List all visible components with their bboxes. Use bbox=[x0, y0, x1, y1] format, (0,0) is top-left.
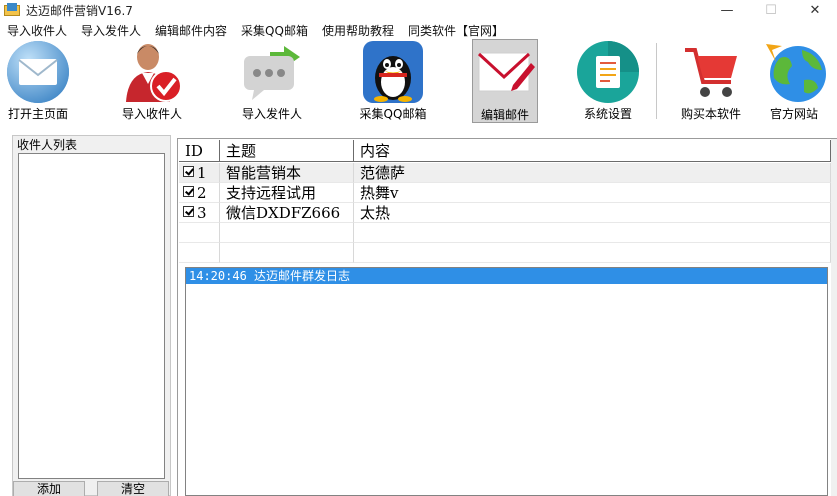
open-main-page-label: 打开主页面 bbox=[7, 107, 68, 121]
row-id: 1 bbox=[197, 164, 207, 182]
import-senders-button[interactable]: 导入发件人 bbox=[234, 39, 310, 123]
table-row-empty bbox=[179, 223, 831, 243]
menu-collect-qq-mail[interactable]: 采集QQ邮箱 bbox=[234, 22, 315, 39]
edit-mail-icon bbox=[473, 41, 537, 105]
buy-software-label: 购买本软件 bbox=[680, 107, 741, 121]
row-id-cell: 2 bbox=[179, 183, 220, 203]
globe-icon bbox=[762, 40, 826, 104]
row-checkbox[interactable] bbox=[183, 206, 194, 217]
buy-software-button[interactable]: 购买本软件 bbox=[673, 39, 749, 123]
row-content: 太热 bbox=[354, 203, 831, 223]
empty-cell bbox=[179, 243, 220, 263]
recipient-list[interactable] bbox=[18, 153, 165, 479]
recipient-panel: 收件人列表 添加 清空 bbox=[12, 135, 171, 496]
collect-qq-mail-button[interactable]: 采集QQ邮箱 bbox=[355, 39, 431, 123]
grid-header: ID 主题 内容 bbox=[179, 140, 831, 162]
column-header-subject[interactable]: 主题 bbox=[220, 140, 354, 162]
user-check-icon bbox=[120, 40, 184, 104]
empty-cell bbox=[220, 243, 354, 263]
row-checkbox[interactable] bbox=[183, 166, 194, 177]
title-bar: 达迈邮件营销V16.7 — ☐ ✕ bbox=[0, 0, 837, 20]
shopping-cart-icon bbox=[679, 40, 743, 104]
row-id-cell: 1 bbox=[179, 163, 220, 183]
empty-cell bbox=[354, 243, 831, 263]
menu-bar: 导入收件人 导入发件人 编辑邮件内容 采集QQ邮箱 使用帮助教程 同类软件【官网… bbox=[0, 21, 511, 39]
maximize-button[interactable]: ☐ bbox=[749, 0, 793, 20]
official-website-label: 官方网站 bbox=[769, 107, 818, 121]
row-content: 范德萨 bbox=[354, 163, 831, 183]
log-line: 14:20:46 达迈邮件群发日志 bbox=[186, 268, 827, 284]
row-subject: 支持远程试用 bbox=[220, 183, 354, 203]
system-settings-label: 系统设置 bbox=[583, 107, 632, 121]
collect-qq-mail-label: 采集QQ邮箱 bbox=[359, 107, 427, 121]
column-header-content[interactable]: 内容 bbox=[354, 140, 831, 162]
mail-content-grid: ID 主题 内容 1 智能营销本 范德萨 2 支持远程试用 热舞v 3 微信DX… bbox=[179, 140, 831, 264]
recipient-list-title: 收件人列表 bbox=[17, 138, 78, 152]
import-recipients-button[interactable]: 导入收件人 bbox=[114, 39, 190, 123]
row-content: 热舞v bbox=[354, 183, 831, 203]
settings-list-icon bbox=[576, 40, 640, 104]
minimize-button[interactable]: — bbox=[705, 0, 749, 20]
add-recipient-button[interactable]: 添加 bbox=[13, 481, 85, 496]
system-settings-button[interactable]: 系统设置 bbox=[570, 39, 646, 123]
import-senders-label: 导入发件人 bbox=[241, 107, 302, 121]
menu-edit-mail-content[interactable]: 编辑邮件内容 bbox=[148, 22, 234, 39]
clear-recipients-button[interactable]: 清空 bbox=[97, 481, 169, 496]
table-row[interactable]: 1 智能营销本 范德萨 bbox=[179, 163, 831, 183]
row-subject: 微信DXDFZ666 bbox=[220, 203, 354, 223]
row-subject: 智能营销本 bbox=[220, 163, 354, 183]
menu-import-recipients[interactable]: 导入收件人 bbox=[0, 22, 74, 39]
send-log-box[interactable]: 14:20:46 达迈邮件群发日志 bbox=[185, 267, 828, 496]
menu-import-senders[interactable]: 导入发件人 bbox=[74, 22, 148, 39]
table-row[interactable]: 3 微信DXDFZ666 太热 bbox=[179, 203, 831, 223]
main-area: ID 主题 内容 1 智能营销本 范德萨 2 支持远程试用 热舞v 3 微信DX… bbox=[177, 138, 837, 496]
app-logo-icon bbox=[4, 3, 20, 17]
menu-help-tutorial[interactable]: 使用帮助教程 bbox=[315, 22, 401, 39]
right-edge-strip bbox=[831, 139, 837, 496]
row-id-cell: 3 bbox=[179, 203, 220, 223]
row-checkbox[interactable] bbox=[183, 186, 194, 197]
toolbar-separator bbox=[656, 43, 657, 119]
import-recipients-label: 导入收件人 bbox=[121, 107, 182, 121]
official-website-button[interactable]: 官方网站 bbox=[756, 39, 832, 123]
empty-cell bbox=[220, 223, 354, 243]
qq-penguin-icon bbox=[361, 40, 425, 104]
table-row[interactable]: 2 支持远程试用 热舞v bbox=[179, 183, 831, 203]
close-button[interactable]: ✕ bbox=[793, 0, 837, 20]
toolbar: 打开主页面 导入收件人 导入发件人 采集QQ邮箱 编辑邮件 系统设置 购买本软件… bbox=[0, 39, 837, 125]
empty-cell bbox=[179, 223, 220, 243]
chat-forward-icon bbox=[240, 40, 304, 104]
empty-cell bbox=[354, 223, 831, 243]
table-row-empty bbox=[179, 243, 831, 263]
open-main-page-button[interactable]: 打开主页面 bbox=[2, 39, 74, 123]
envelope-icon bbox=[6, 40, 70, 104]
edit-mail-label: 编辑邮件 bbox=[480, 108, 529, 122]
edit-mail-button[interactable]: 编辑邮件 bbox=[472, 39, 538, 123]
menu-similar-software[interactable]: 同类软件【官网】 bbox=[401, 22, 511, 39]
column-header-id[interactable]: ID bbox=[179, 140, 220, 162]
window-title: 达迈邮件营销V16.7 bbox=[26, 3, 133, 18]
row-id: 2 bbox=[197, 184, 207, 202]
row-id: 3 bbox=[197, 204, 207, 222]
